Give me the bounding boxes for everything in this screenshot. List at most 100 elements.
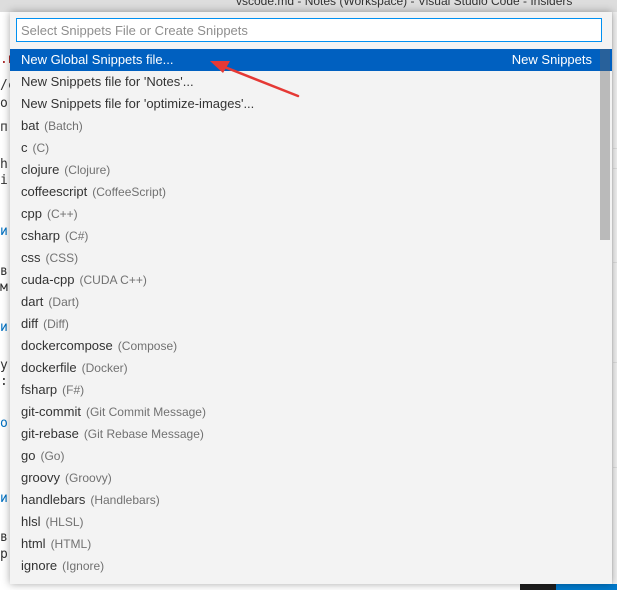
item-description: (Clojure) xyxy=(64,163,111,177)
snippets-list-item[interactable]: fsharp (F#) xyxy=(10,379,612,401)
editor-background-bottom xyxy=(0,584,617,590)
item-label: ignore xyxy=(21,558,58,573)
item-label: git-commit xyxy=(21,404,81,419)
item-description: (C#) xyxy=(65,229,89,243)
snippets-list-item[interactable]: dockerfile (Docker) xyxy=(10,357,612,379)
item-label: css xyxy=(21,250,41,265)
item-label: groovy xyxy=(21,470,61,485)
item-label: hlsl xyxy=(21,514,41,529)
snippets-list-item[interactable]: git-rebase (Git Rebase Message) xyxy=(10,423,612,445)
item-description: (CSS) xyxy=(45,251,79,265)
editor-fragment: и xyxy=(0,224,8,239)
item-label: New Global Snippets file... xyxy=(21,52,174,67)
snippets-list: New Global Snippets file... New Snippets N… xyxy=(10,49,612,584)
item-description: (Handlebars) xyxy=(90,493,160,507)
item-label: New Snippets file for 'optimize-images'.… xyxy=(21,96,255,111)
editor-fragment: в xyxy=(0,264,8,279)
snippets-filter-input[interactable] xyxy=(17,19,601,41)
item-label: git-rebase xyxy=(21,426,79,441)
item-description: (Batch) xyxy=(44,119,83,133)
editor-fragment: /c xyxy=(0,78,10,93)
window-title: vscode.md - Notes (Workspace) - Visual S… xyxy=(236,0,573,8)
divider xyxy=(613,467,617,468)
quick-pick-input-box xyxy=(16,18,602,42)
snippets-list-item[interactable]: dart (Dart) xyxy=(10,291,612,313)
editor-background-left: .n /c о п h i и в м и y : о и в р xyxy=(0,12,10,590)
editor-fragment: м xyxy=(0,280,8,295)
divider xyxy=(613,148,617,149)
item-description: (F#) xyxy=(62,383,85,397)
item-description: (C++) xyxy=(46,207,78,221)
item-label: New Snippets file for 'Notes'... xyxy=(21,74,194,89)
snippets-list-item[interactable]: dockercompose (Compose) xyxy=(10,335,612,357)
snippets-list-item[interactable]: bat (Batch) xyxy=(10,115,612,137)
editor-fragment: : xyxy=(0,374,8,389)
screen: vscode.md - Notes (Workspace) - Visual S… xyxy=(0,0,617,590)
item-description: (HLSL) xyxy=(45,515,84,529)
item-description: (HTML) xyxy=(50,537,92,551)
editor-fragment: .n xyxy=(0,52,10,67)
window-title-bar: vscode.md - Notes (Workspace) - Visual S… xyxy=(0,0,617,12)
divider xyxy=(613,168,617,169)
snippets-list-item[interactable]: New Snippets file for 'Notes'... xyxy=(10,71,612,93)
item-label: fsharp xyxy=(21,382,58,397)
list-scrollbar[interactable] xyxy=(600,49,610,584)
snippets-list-item[interactable]: html (HTML) xyxy=(10,533,612,555)
item-description: (Dart) xyxy=(48,295,80,309)
item-label: coffeescript xyxy=(21,184,88,199)
editor-fragment: о xyxy=(0,96,8,111)
status-button[interactable] xyxy=(556,584,617,590)
item-label: c xyxy=(21,140,28,155)
item-label: cuda-cpp xyxy=(21,272,75,287)
item-description: (Docker) xyxy=(81,361,128,375)
item-description: (Git Commit Message) xyxy=(85,405,206,419)
snippets-list-item[interactable]: go (Go) xyxy=(10,445,612,467)
item-label: dockerfile xyxy=(21,360,77,375)
divider xyxy=(613,262,617,263)
item-label: cpp xyxy=(21,206,42,221)
item-label: csharp xyxy=(21,228,61,243)
item-label: go xyxy=(21,448,36,463)
editor-fragment: р xyxy=(0,547,8,562)
item-description: (Compose) xyxy=(117,339,178,353)
snippets-list-item[interactable]: New Global Snippets file... New Snippets xyxy=(10,49,612,71)
item-label: diff xyxy=(21,316,39,331)
snippets-list-item[interactable]: css (CSS) xyxy=(10,247,612,269)
item-description: (Diff) xyxy=(43,317,69,331)
editor-fragment: о xyxy=(0,416,8,431)
snippets-list-item[interactable]: cpp (C++) xyxy=(10,203,612,225)
editor-fragment: и xyxy=(0,491,8,506)
editor-background-right xyxy=(612,12,617,590)
item-description: (Git Rebase Message) xyxy=(83,427,204,441)
snippets-list-item[interactable]: handlebars (Handlebars) xyxy=(10,489,612,511)
item-description: (Groovy) xyxy=(65,471,112,485)
item-description: (CUDA C++) xyxy=(79,273,147,287)
snippets-list-item[interactable]: cuda-cpp (CUDA C++) xyxy=(10,269,612,291)
snippets-list-item[interactable]: diff (Diff) xyxy=(10,313,612,335)
item-label: html xyxy=(21,536,46,551)
snippets-list-item[interactable]: csharp (C#) xyxy=(10,225,612,247)
scrollbar-thumb[interactable] xyxy=(600,49,610,240)
editor-fragment: и xyxy=(0,320,8,335)
editor-fragment: h xyxy=(0,157,8,172)
snippets-list-item[interactable]: c (C) xyxy=(10,137,612,159)
item-description: (CoffeeScript) xyxy=(92,185,167,199)
divider xyxy=(613,362,617,363)
snippets-list-item[interactable]: New Snippets file for 'optimize-images'.… xyxy=(10,93,612,115)
item-detail-label: New Snippets xyxy=(511,52,592,67)
snippets-list-item[interactable]: git-commit (Git Commit Message) xyxy=(10,401,612,423)
item-description: (Ignore) xyxy=(62,559,105,573)
snippets-list-item[interactable]: groovy (Groovy) xyxy=(10,467,612,489)
item-label: dart xyxy=(21,294,44,309)
snippets-quick-pick: New Global Snippets file...New SnippetsN… xyxy=(10,12,612,584)
editor-fragment: п xyxy=(0,120,8,135)
status-segment xyxy=(520,584,556,590)
item-label: handlebars xyxy=(21,492,86,507)
editor-fragment: y xyxy=(0,358,8,373)
item-description: (Go) xyxy=(40,449,65,463)
item-label: clojure xyxy=(21,162,60,177)
snippets-list-item[interactable]: clojure (Clojure) xyxy=(10,159,612,181)
snippets-list-item[interactable]: ignore (Ignore) xyxy=(10,555,612,577)
snippets-list-item[interactable]: hlsl (HLSL) xyxy=(10,511,612,533)
snippets-list-item[interactable]: coffeescript (CoffeeScript) xyxy=(10,181,612,203)
